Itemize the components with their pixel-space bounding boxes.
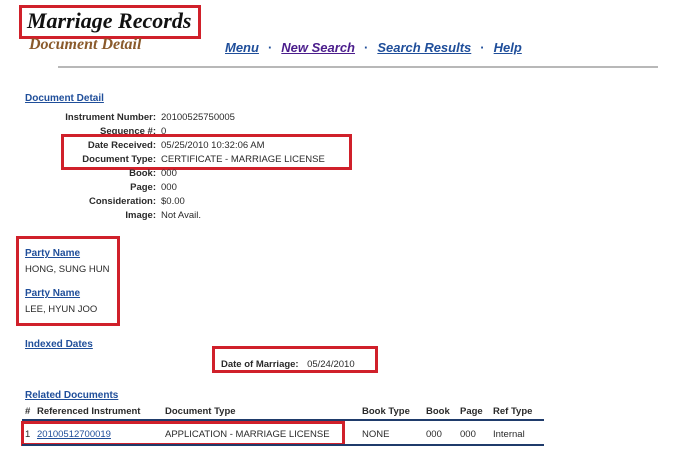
row-ref-type: Internal <box>493 429 525 440</box>
party-name-value: LEE, HYUN JOO <box>25 304 98 315</box>
row-book-type: NONE <box>362 429 390 440</box>
column-header-page: Page <box>460 406 483 417</box>
document-type-value: CERTIFICATE - MARRIAGE LICENSE <box>161 154 325 165</box>
row-number: 1 <box>25 429 31 440</box>
party-name-heading[interactable]: Party Name <box>25 248 80 259</box>
page-value: 000 <box>161 182 177 193</box>
nav-new-search-link[interactable]: New Search <box>281 40 355 55</box>
column-header-book-type: Book Type <box>362 406 410 417</box>
document-detail-section-link[interactable]: Document Detail <box>25 93 104 104</box>
related-documents-section-link[interactable]: Related Documents <box>25 390 118 401</box>
referenced-instrument-link[interactable]: 20100512700019 <box>37 429 111 440</box>
nav-separator: · <box>267 40 273 55</box>
document-type-label: Document Type: <box>82 154 156 165</box>
date-received-value: 05/25/2010 10:32:06 AM <box>161 140 265 151</box>
instrument-number-value: 20100525750005 <box>161 112 235 123</box>
page-subtitle: Document Detail <box>29 36 142 53</box>
date-received-label: Date Received: <box>87 140 156 151</box>
book-value: 000 <box>161 168 177 179</box>
nav-separator: · <box>480 40 485 55</box>
image-value: Not Avail. <box>161 210 201 221</box>
column-header-ref-type: Ref Type <box>493 406 533 417</box>
column-header-book: Book <box>426 406 450 417</box>
date-of-marriage-value: 05/24/2010 <box>307 359 355 370</box>
book-label: Book: <box>129 168 156 179</box>
row-document-type: APPLICATION - MARRIAGE LICENSE <box>165 429 330 440</box>
page-label: Page: <box>130 182 156 193</box>
column-header-referenced-instrument: Referenced Instrument <box>37 406 141 417</box>
nav-menu-link[interactable]: Menu <box>225 40 259 55</box>
image-label: Image: <box>125 210 156 221</box>
column-header-document-type: Document Type <box>165 406 236 417</box>
nav-help-link[interactable]: Help <box>494 40 522 55</box>
table-row-rule <box>22 444 544 446</box>
column-header-number: # <box>25 406 31 417</box>
header-divider <box>58 66 658 68</box>
nav-separator: · <box>364 40 369 55</box>
date-of-marriage-row: Date of Marriage: 05/24/2010 <box>221 354 355 372</box>
nav-search-results-link[interactable]: Search Results <box>377 40 471 55</box>
row-book: 000 <box>426 429 442 440</box>
page-title: Marriage Records <box>27 8 192 33</box>
top-nav: Menu · New Search · Search Results · Help <box>225 40 522 55</box>
party-name-heading[interactable]: Party Name <box>25 288 80 299</box>
instrument-number-label: Instrument Number: <box>65 112 156 123</box>
table-row: 1 20100512700019 APPLICATION - MARRIAGE … <box>0 429 680 441</box>
consideration-value: $0.00 <box>161 196 185 207</box>
consideration-label: Consideration: <box>88 196 156 207</box>
date-of-marriage-label: Date of Marriage: <box>221 359 299 370</box>
party-name-value: HONG, SUNG HUN <box>25 264 110 275</box>
row-page: 000 <box>460 429 476 440</box>
indexed-dates-section-link[interactable]: Indexed Dates <box>25 339 93 350</box>
